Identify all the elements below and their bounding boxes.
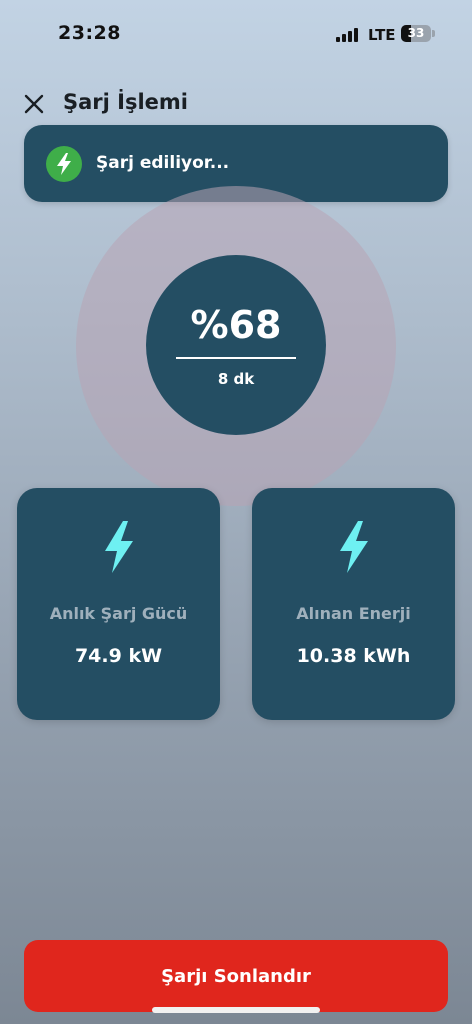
close-icon (24, 94, 44, 114)
progress-divider (176, 357, 296, 359)
received-energy-card: Alınan Enerji 10.38 kWh (252, 488, 455, 720)
received-energy-value: 10.38 kWh (296, 645, 411, 667)
remaining-time: 8 dk (217, 370, 255, 388)
charge-progress-circle: %68 8 dk (146, 255, 326, 435)
close-button[interactable] (20, 90, 48, 118)
instant-power-label: Anlık Şarj Gücü (49, 604, 188, 623)
end-charging-button[interactable]: Şarjı Sonlandır (24, 940, 448, 1012)
page-title: Şarj İşlemi (63, 90, 188, 114)
received-energy-label: Alınan Enerji (296, 604, 411, 623)
network-type: LTE (368, 26, 396, 44)
status-time: 23:28 (58, 22, 121, 44)
instant-power-value: 74.9 kW (74, 645, 163, 667)
charging-status-text: Şarj ediliyor... (96, 153, 230, 173)
end-charging-label: Şarjı Sonlandır (161, 966, 311, 987)
battery-cap (432, 30, 435, 37)
lightning-bolt-icon (46, 146, 82, 182)
lightning-bolt-icon (340, 521, 368, 573)
status-bar: 23:28 LTE 33 (0, 0, 472, 70)
battery-icon: 33 (401, 25, 431, 42)
signal-icon (336, 27, 360, 42)
battery-level: 33 (407, 26, 425, 40)
home-indicator[interactable] (152, 1007, 320, 1013)
lightning-bolt-icon (105, 521, 133, 573)
charge-percent: %68 (190, 303, 282, 347)
instant-power-card: Anlık Şarj Gücü 74.9 kW (17, 488, 220, 720)
